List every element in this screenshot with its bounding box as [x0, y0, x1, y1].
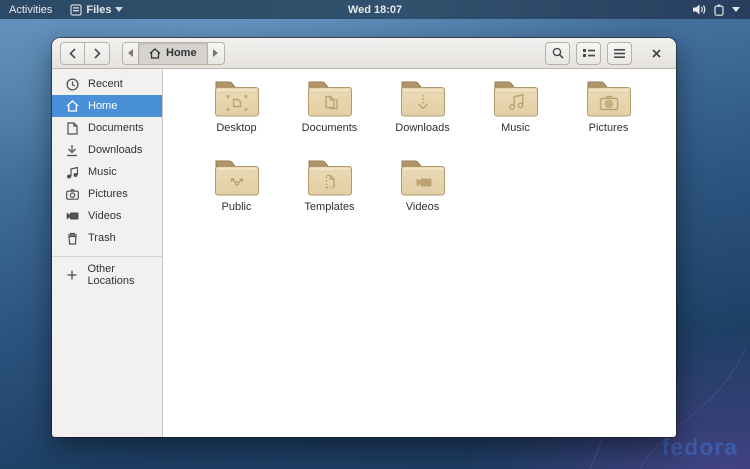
search-button[interactable]	[545, 42, 570, 65]
trash-icon	[65, 232, 79, 245]
sidebar-item-pictures[interactable]: Pictures	[52, 183, 162, 205]
search-icon	[552, 47, 564, 59]
folder-icon	[306, 79, 354, 119]
folder-icon	[399, 158, 447, 198]
desktop-wallpaper: fedora Activities Files Wed 18:07	[0, 0, 750, 469]
path-scroll-right-button[interactable]	[208, 42, 225, 65]
list-view-icon	[583, 48, 595, 58]
folder-icon	[306, 158, 354, 198]
folder-icon	[492, 79, 540, 119]
app-menu-caret-icon	[115, 7, 123, 12]
forward-button[interactable]	[85, 42, 110, 65]
folder-documents[interactable]: Documents	[283, 79, 376, 158]
folder-label: Templates	[304, 201, 354, 213]
sidebar-item-recent[interactable]: Recent	[52, 73, 162, 95]
plus-icon	[65, 270, 78, 280]
path-bar: Home	[122, 42, 225, 65]
sidebar-item-documents[interactable]: Documents	[52, 117, 162, 139]
clock-icon	[65, 78, 79, 91]
document-icon	[65, 122, 79, 135]
folder-desktop[interactable]: Desktop	[190, 79, 283, 158]
music-icon	[65, 166, 79, 179]
folder-public[interactable]: Public	[190, 158, 283, 237]
back-button[interactable]	[60, 42, 85, 65]
app-menu-files[interactable]: Files	[61, 0, 132, 19]
camera-icon	[65, 189, 79, 200]
folder-label: Public	[222, 201, 252, 213]
sidebar: Recent Home Documents	[52, 69, 163, 437]
sidebar-item-videos[interactable]: Videos	[52, 205, 162, 227]
sidebar-item-label: Home	[88, 100, 117, 112]
sidebar-item-label: Other Locations	[87, 263, 162, 287]
folder-label: Pictures	[589, 122, 629, 134]
hamburger-menu-icon	[614, 49, 625, 58]
folder-label: Videos	[406, 201, 439, 213]
headerbar: Home	[52, 38, 676, 69]
path-current-label: Home	[166, 47, 197, 59]
sidebar-item-label: Pictures	[88, 188, 128, 200]
sidebar-item-label: Recent	[88, 78, 123, 90]
folder-icon	[399, 79, 447, 119]
folder-label: Documents	[302, 122, 358, 134]
system-menu-chevron-down-icon[interactable]	[732, 7, 740, 12]
folder-label: Music	[501, 122, 530, 134]
path-scroll-left-button[interactable]	[122, 42, 139, 65]
folder-pictures[interactable]: Pictures	[562, 79, 655, 158]
sidebar-item-home[interactable]: Home	[52, 95, 162, 117]
sidebar-item-label: Music	[88, 166, 117, 178]
home-icon	[149, 48, 161, 59]
volume-icon[interactable]	[693, 4, 706, 15]
sidebar-item-label: Documents	[88, 122, 144, 134]
files-window: Home	[52, 38, 676, 437]
view-toggle-button[interactable]	[576, 42, 601, 65]
folder-videos[interactable]: Videos	[376, 158, 469, 237]
folder-icon	[585, 79, 633, 119]
nav-button-group	[60, 42, 110, 65]
battery-icon[interactable]	[714, 4, 724, 16]
sidebar-item-music[interactable]: Music	[52, 161, 162, 183]
close-icon	[652, 49, 661, 58]
fedora-logo-text: fedora	[662, 434, 738, 461]
close-button[interactable]	[644, 41, 668, 65]
activities-label: Activities	[9, 4, 52, 16]
video-icon	[65, 211, 79, 221]
file-view[interactable]: Desktop Documents	[163, 69, 676, 437]
folder-label: Downloads	[395, 122, 449, 134]
folder-templates[interactable]: Templates	[283, 158, 376, 237]
sidebar-item-trash[interactable]: Trash	[52, 227, 162, 249]
files-app-icon	[70, 4, 82, 16]
menu-button[interactable]	[607, 42, 632, 65]
sidebar-separator	[52, 256, 162, 257]
folder-icon	[213, 158, 261, 198]
sidebar-item-other-locations[interactable]: Other Locations	[52, 264, 162, 286]
folder-label: Desktop	[216, 122, 256, 134]
sidebar-item-label: Videos	[88, 210, 121, 222]
home-icon	[65, 100, 79, 112]
sidebar-item-label: Trash	[88, 232, 116, 244]
app-menu-label: Files	[86, 4, 111, 16]
download-icon	[65, 144, 79, 157]
path-button-home[interactable]: Home	[139, 42, 208, 65]
folder-icon	[213, 79, 261, 119]
sidebar-item-downloads[interactable]: Downloads	[52, 139, 162, 161]
top-bar: Activities Files Wed 18:07	[0, 0, 750, 19]
folder-downloads[interactable]: Downloads	[376, 79, 469, 158]
activities-button[interactable]: Activities	[0, 0, 61, 19]
folder-music[interactable]: Music	[469, 79, 562, 158]
sidebar-item-label: Downloads	[88, 144, 142, 156]
